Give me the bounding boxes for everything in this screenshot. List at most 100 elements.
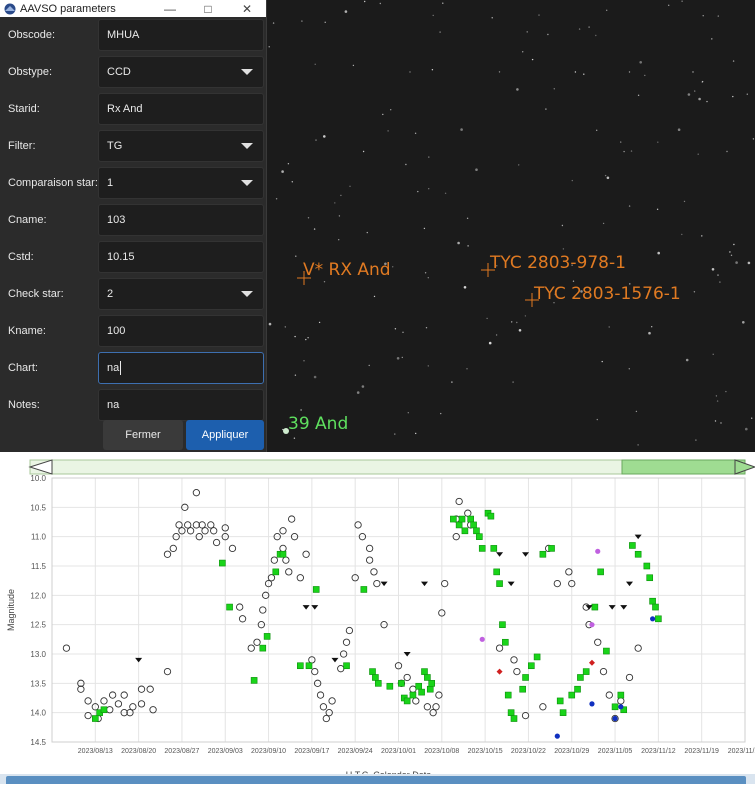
- data-point: [585, 605, 593, 610]
- x-tick-label: 2023/09/24: [338, 748, 373, 755]
- notes-input[interactable]: na: [98, 389, 264, 421]
- data-point: [169, 544, 177, 553]
- kname-input[interactable]: 100: [98, 315, 264, 347]
- obstype-value: CCD: [107, 66, 131, 78]
- data-point: [597, 568, 604, 576]
- series-fainter-than: [135, 534, 642, 663]
- comparison-star-label: Comparaison star:: [8, 177, 98, 189]
- cname-input[interactable]: 103: [98, 204, 264, 236]
- data-point: [398, 680, 405, 687]
- row-check-star: Check star: 2: [0, 276, 267, 313]
- y-tick-label: 14.5: [30, 738, 46, 747]
- maximize-icon[interactable]: □: [188, 0, 228, 17]
- data-point: [539, 703, 547, 711]
- data-point: [238, 615, 247, 623]
- starid-input[interactable]: Rx And: [98, 93, 264, 125]
- data-point: [521, 711, 530, 720]
- data-point: [288, 515, 296, 523]
- data-point: [432, 703, 440, 711]
- data-point: [331, 657, 339, 663]
- data-point: [478, 545, 486, 552]
- data-point: [655, 615, 662, 623]
- data-point: [337, 665, 345, 673]
- data-point: [502, 638, 509, 646]
- data-point: [643, 562, 651, 570]
- comparison-star-select[interactable]: 1: [98, 167, 264, 199]
- data-point: [272, 568, 280, 576]
- data-point: [415, 682, 423, 690]
- data-point: [461, 527, 469, 535]
- y-tick-label: 10.5: [30, 503, 46, 512]
- series-b: [554, 616, 656, 739]
- row-filter: Filter: TG: [0, 128, 267, 165]
- data-point: [594, 638, 602, 646]
- close-button[interactable]: Fermer: [103, 420, 183, 450]
- data-point: [605, 691, 613, 699]
- check-star-select[interactable]: 2: [98, 278, 264, 310]
- data-point: [548, 545, 555, 552]
- close-icon[interactable]: ✕: [227, 0, 267, 17]
- chart-label: Chart:: [8, 362, 38, 374]
- light-curve-chart: 10.0 10.5 11.0 11.5 12.0 12.5 13.0 13.5 14.0 14.5…: [0, 452, 755, 784]
- data-point: [267, 574, 276, 582]
- x-tick-label: 2023/09/17: [294, 748, 329, 755]
- data-point: [322, 714, 330, 723]
- obstype-select[interactable]: CCD: [98, 56, 264, 88]
- chart-input[interactable]: na: [98, 352, 264, 384]
- minimize-icon[interactable]: —: [150, 0, 190, 17]
- x-tick-label: 2023/09/03: [208, 748, 243, 755]
- data-point: [409, 685, 417, 693]
- notes-value: na: [107, 399, 120, 411]
- data-point: [479, 636, 485, 642]
- obscode-input[interactable]: MHUA: [98, 19, 264, 51]
- y-tick-label: 13.0: [30, 650, 46, 659]
- data-point: [201, 527, 209, 535]
- starid-value: Rx And: [107, 103, 143, 115]
- row-kname: Kname: 100: [0, 313, 267, 350]
- data-point: [591, 603, 599, 611]
- data-point: [626, 581, 633, 587]
- check-star-label: Check star:: [8, 288, 64, 300]
- chart-value: na: [107, 362, 120, 374]
- data-point: [588, 659, 595, 666]
- comparison-star-value: 1: [107, 177, 114, 189]
- obstype-label: Obstype:: [8, 66, 53, 78]
- data-point: [386, 682, 394, 690]
- data-point: [92, 715, 99, 722]
- data-point: [612, 715, 618, 722]
- data-point: [312, 586, 320, 593]
- filter-label: Filter:: [8, 140, 36, 152]
- row-chart: Chart: na: [0, 350, 267, 387]
- kname-label: Kname:: [8, 325, 46, 337]
- data-point: [279, 544, 287, 553]
- cstd-label: Cstd:: [8, 251, 34, 263]
- starid-label: Starid:: [8, 103, 40, 115]
- apply-button[interactable]: Appliquer: [186, 420, 264, 450]
- data-point: [354, 521, 362, 529]
- data-point: [467, 515, 474, 523]
- data-point: [495, 644, 504, 652]
- data-point: [149, 706, 157, 714]
- text-caret: [120, 361, 122, 376]
- x-tick-label: 2023/10/01: [381, 748, 416, 755]
- data-point: [360, 586, 368, 593]
- y-tick-label: 13.5: [30, 679, 46, 688]
- data-point: [473, 527, 480, 535]
- filter-select[interactable]: TG: [98, 130, 264, 162]
- data-point: [421, 668, 428, 675]
- x-tick-label: 2023/10/08: [424, 748, 459, 755]
- data-point: [568, 691, 576, 699]
- row-cname: Cname: 103: [0, 202, 267, 239]
- data-point: [175, 521, 183, 529]
- kname-value: 100: [107, 325, 126, 337]
- series-vis-: [62, 489, 642, 723]
- data-point: [302, 550, 310, 558]
- chevron-down-icon: [241, 69, 253, 75]
- data-point: [496, 580, 503, 587]
- x-tick-label: 2023/10/22: [511, 748, 546, 755]
- data-point: [226, 603, 233, 611]
- data-point: [236, 603, 244, 611]
- y-tick-label: 12.5: [30, 621, 46, 630]
- data-point: [496, 552, 504, 557]
- cstd-input[interactable]: 10.15: [98, 241, 264, 273]
